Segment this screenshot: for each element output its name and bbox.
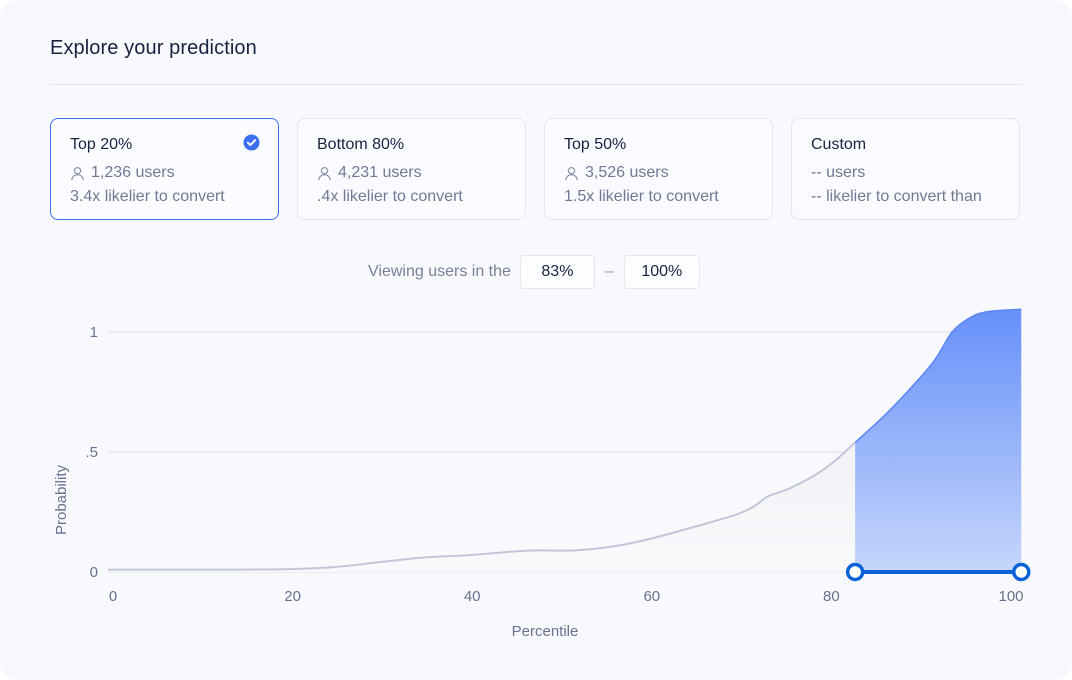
card-conversion: 3.4x likelier to convert [70, 188, 225, 205]
x-tick-label: 0 [109, 588, 117, 605]
range-start-handle[interactable] [845, 562, 865, 582]
x-tick-label: 100 [998, 588, 1023, 605]
x-tick-label: 40 [464, 588, 481, 605]
card-users-text: -- users [811, 164, 866, 181]
y-tick-label: 1 [90, 324, 98, 341]
range-label: Viewing users in the [368, 263, 511, 280]
range-end-handle[interactable] [1012, 562, 1031, 582]
range-separator: – [604, 263, 614, 280]
segment-card-top-50[interactable]: Top 50% 3,526 users 1.5x likelier to con… [544, 118, 773, 220]
range-selector: Viewing users in the 83% – 100% [368, 254, 700, 290]
card-conversion: 1.5x likelier to convert [564, 188, 719, 205]
x-tick-label: 20 [284, 588, 301, 605]
x-axis-label: Percentile [512, 623, 579, 640]
y-tick-label: .5 [85, 444, 98, 461]
range-end-input[interactable]: 100% [623, 255, 700, 289]
card-user-count: -- users [811, 164, 865, 182]
page-title: Explore your prediction [50, 37, 257, 59]
card-title: Top 50% [564, 136, 627, 153]
range-start-input[interactable]: 83% [519, 255, 595, 289]
x-tick-label: 60 [643, 588, 660, 605]
prediction-panel: Explore your prediction Top 20% 1,236 us… [0, 0, 1072, 680]
probability-chart: 0 .5 1 0 20 40 60 80 100 Percentile Probability [53, 308, 1031, 640]
card-user-count: 4,231 users [317, 164, 422, 182]
user-icon [71, 166, 84, 180]
y-axis-label: Probability [53, 464, 70, 535]
segment-card-bottom-80[interactable]: Bottom 80% 4,231 users .4x likelier to c… [297, 118, 526, 220]
card-title: Top 20% [70, 136, 133, 153]
segment-card-custom[interactable]: Custom -- users -- likelier to convert t… [791, 118, 1020, 220]
selected-area [855, 309, 1022, 572]
check-circle-icon [243, 134, 260, 151]
user-icon [318, 166, 331, 180]
divider [50, 84, 1022, 85]
user-icon [565, 166, 578, 180]
segment-card-top-20[interactable]: Top 20% 1,236 users 3.4x likelier to con… [50, 118, 279, 220]
card-user-count: 1,236 users [70, 164, 175, 182]
card-users-text: 3,526 users [585, 164, 669, 181]
card-title: Bottom 80% [317, 136, 405, 153]
y-tick-label: 0 [90, 564, 98, 581]
x-tick-label: 80 [823, 588, 840, 605]
card-conversion: -- likelier to convert than [811, 188, 982, 205]
card-users-text: 4,231 users [338, 164, 422, 181]
card-conversion: .4x likelier to convert [317, 188, 463, 205]
card-users-text: 1,236 users [91, 164, 175, 181]
card-user-count: 3,526 users [564, 164, 669, 182]
card-title: Custom [811, 136, 867, 153]
